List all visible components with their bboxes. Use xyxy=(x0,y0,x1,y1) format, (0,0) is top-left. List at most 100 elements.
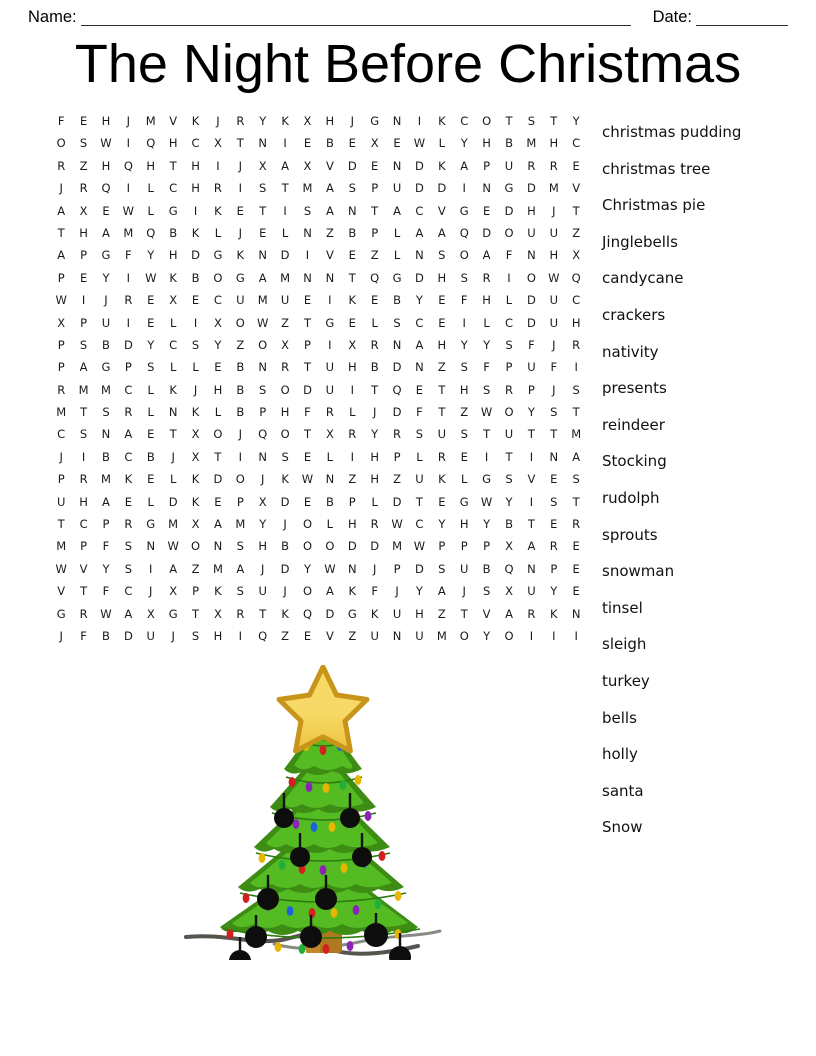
grid-cell[interactable]: I xyxy=(296,244,318,266)
grid-cell[interactable]: Z xyxy=(453,401,475,423)
grid-cell[interactable]: S xyxy=(95,401,117,423)
grid-cell[interactable]: Y xyxy=(453,132,475,154)
grid-cell[interactable]: F xyxy=(475,356,497,378)
grid-cell[interactable]: E xyxy=(117,491,139,513)
grid-cell[interactable]: E xyxy=(252,222,274,244)
grid-cell[interactable]: P xyxy=(453,535,475,557)
grid-cell[interactable]: D xyxy=(498,200,520,222)
grid-cell[interactable]: S xyxy=(520,110,542,132)
grid-cell[interactable]: J xyxy=(117,110,139,132)
grid-cell[interactable]: B xyxy=(363,356,385,378)
grid-cell[interactable]: Q xyxy=(498,558,520,580)
grid-cell[interactable]: B xyxy=(475,558,497,580)
grid-cell[interactable]: N xyxy=(296,267,318,289)
grid-cell[interactable]: B xyxy=(95,625,117,647)
grid-cell[interactable]: F xyxy=(498,244,520,266)
grid-cell[interactable]: J xyxy=(229,423,251,445)
grid-cell[interactable]: B xyxy=(274,535,296,557)
grid-cell[interactable]: I xyxy=(117,132,139,154)
grid-cell[interactable]: V xyxy=(319,155,341,177)
date-write-in-line[interactable] xyxy=(696,10,788,26)
grid-cell[interactable]: Z xyxy=(319,222,341,244)
grid-cell[interactable]: T xyxy=(274,177,296,199)
grid-cell[interactable]: P xyxy=(72,535,94,557)
grid-cell[interactable]: L xyxy=(140,401,162,423)
grid-cell[interactable]: A xyxy=(431,580,453,602)
grid-cell[interactable]: I xyxy=(543,625,565,647)
grid-cell[interactable]: X xyxy=(252,491,274,513)
grid-cell[interactable]: T xyxy=(431,379,453,401)
grid-cell[interactable]: D xyxy=(431,177,453,199)
grid-cell[interactable]: K xyxy=(162,267,184,289)
grid-cell[interactable]: U xyxy=(386,177,408,199)
grid-cell[interactable]: Y xyxy=(520,401,542,423)
grid-cell[interactable]: G xyxy=(162,200,184,222)
grid-cell[interactable]: W xyxy=(475,491,497,513)
word-bank-item[interactable]: sleigh xyxy=(602,626,807,663)
grid-cell[interactable]: M xyxy=(252,289,274,311)
grid-cell[interactable]: A xyxy=(498,603,520,625)
grid-cell[interactable]: H xyxy=(431,334,453,356)
grid-cell[interactable]: W xyxy=(162,535,184,557)
grid-cell[interactable]: Q xyxy=(363,267,385,289)
word-bank-item[interactable]: presents xyxy=(602,370,807,407)
grid-cell[interactable]: H xyxy=(543,132,565,154)
grid-cell[interactable]: D xyxy=(341,155,363,177)
grid-cell[interactable]: B xyxy=(184,267,206,289)
grid-cell[interactable]: Z xyxy=(565,222,587,244)
grid-cell[interactable]: E xyxy=(565,155,587,177)
grid-cell[interactable]: Z xyxy=(274,625,296,647)
grid-cell[interactable]: S xyxy=(565,379,587,401)
grid-cell[interactable]: U xyxy=(252,580,274,602)
grid-cell[interactable]: A xyxy=(319,177,341,199)
grid-cell[interactable]: I xyxy=(565,356,587,378)
grid-cell[interactable]: S xyxy=(274,446,296,468)
grid-cell[interactable]: S xyxy=(543,491,565,513)
grid-cell[interactable]: F xyxy=(363,580,385,602)
grid-cell[interactable]: S xyxy=(453,423,475,445)
grid-cell[interactable]: E xyxy=(296,446,318,468)
grid-cell[interactable]: U xyxy=(520,356,542,378)
grid-cell[interactable]: H xyxy=(363,446,385,468)
grid-cell[interactable]: H xyxy=(475,289,497,311)
grid-cell[interactable]: F xyxy=(408,401,430,423)
grid-cell[interactable]: X xyxy=(72,200,94,222)
grid-cell[interactable]: S xyxy=(117,535,139,557)
grid-cell[interactable]: K xyxy=(184,222,206,244)
grid-cell[interactable]: N xyxy=(341,200,363,222)
grid-cell[interactable]: J xyxy=(162,446,184,468)
grid-cell[interactable]: C xyxy=(408,200,430,222)
grid-cell[interactable]: H xyxy=(95,110,117,132)
grid-cell[interactable]: N xyxy=(543,446,565,468)
grid-cell[interactable]: L xyxy=(319,513,341,535)
grid-cell[interactable]: E xyxy=(229,200,251,222)
grid-cell[interactable]: Q xyxy=(95,177,117,199)
grid-cell[interactable]: O xyxy=(207,423,229,445)
grid-cell[interactable]: X xyxy=(319,423,341,445)
grid-cell[interactable]: B xyxy=(498,132,520,154)
grid-cell[interactable]: Y xyxy=(95,558,117,580)
grid-cell[interactable]: Y xyxy=(252,110,274,132)
grid-cell[interactable]: J xyxy=(363,401,385,423)
grid-cell[interactable]: U xyxy=(386,603,408,625)
grid-cell[interactable]: X xyxy=(207,603,229,625)
grid-cell[interactable]: A xyxy=(229,558,251,580)
grid-cell[interactable]: J xyxy=(184,379,206,401)
grid-cell[interactable]: D xyxy=(274,491,296,513)
grid-cell[interactable]: I xyxy=(117,177,139,199)
grid-cell[interactable]: F xyxy=(50,110,72,132)
grid-cell[interactable]: D xyxy=(184,244,206,266)
grid-cell[interactable]: E xyxy=(140,312,162,334)
grid-cell[interactable]: R xyxy=(229,603,251,625)
grid-cell[interactable]: B xyxy=(229,379,251,401)
grid-cell[interactable]: H xyxy=(453,513,475,535)
grid-cell[interactable]: V xyxy=(162,110,184,132)
grid-cell[interactable]: T xyxy=(50,222,72,244)
grid-cell[interactable]: P xyxy=(341,491,363,513)
grid-cell[interactable]: U xyxy=(543,222,565,244)
grid-cell[interactable]: K xyxy=(431,155,453,177)
grid-cell[interactable]: Y xyxy=(296,558,318,580)
grid-cell[interactable]: T xyxy=(162,155,184,177)
grid-cell[interactable]: O xyxy=(498,222,520,244)
grid-cell[interactable]: J xyxy=(95,289,117,311)
